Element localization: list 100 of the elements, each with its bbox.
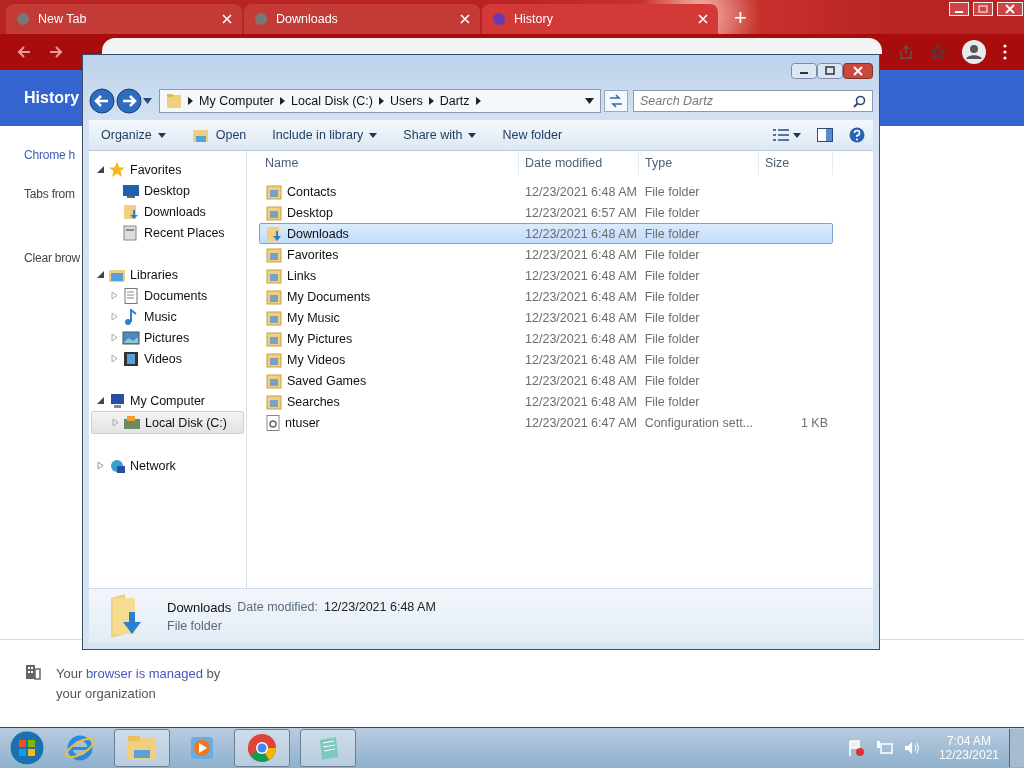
file-row[interactable]: Links 12/23/2021 6:48 AM File folder bbox=[259, 265, 833, 286]
nav-item[interactable]: Videos bbox=[91, 348, 244, 369]
nav-item[interactable]: Documents bbox=[91, 285, 244, 306]
toolbar-button[interactable]: Include in library bbox=[264, 124, 386, 146]
nav-item-icon bbox=[108, 392, 126, 409]
page-title: History bbox=[24, 89, 80, 107]
nav-item-icon bbox=[122, 350, 140, 367]
back-icon[interactable] bbox=[89, 88, 115, 114]
address-field[interactable]: My Computer Local Disk (C:) Users Dartz bbox=[159, 89, 601, 113]
refresh-icon[interactable] bbox=[604, 90, 628, 112]
menu-icon[interactable] bbox=[1002, 44, 1008, 60]
forward-icon[interactable] bbox=[116, 88, 142, 114]
tab-icon bbox=[254, 12, 268, 26]
minimize-icon[interactable] bbox=[791, 63, 817, 79]
caret-icon[interactable] bbox=[793, 132, 801, 138]
sidebar-item[interactable]: Clear brow bbox=[24, 251, 81, 271]
expanded-arrow-icon[interactable] bbox=[97, 166, 104, 173]
nav-item[interactable]: Music bbox=[91, 306, 244, 327]
new-tab-button[interactable]: + bbox=[720, 5, 761, 34]
nav-item-icon bbox=[122, 287, 140, 304]
toolbar-button[interactable]: New folder bbox=[494, 124, 571, 146]
managed-link[interactable]: browser is managed bbox=[85, 666, 203, 681]
file-row[interactable]: Desktop 12/23/2021 6:57 AM File folder bbox=[259, 202, 833, 223]
nav-item[interactable]: Downloads bbox=[91, 201, 244, 222]
column-header[interactable]: Type bbox=[639, 151, 759, 175]
caret-icon[interactable] bbox=[143, 98, 152, 104]
nav-item-icon bbox=[108, 457, 126, 474]
nav-item[interactable]: Recent Places bbox=[91, 222, 244, 243]
toolbar-button[interactable]: Share with bbox=[395, 124, 485, 146]
browser-tab[interactable]: Downloads bbox=[244, 4, 480, 34]
nav-item[interactable]: Local Disk (C:) bbox=[91, 411, 244, 434]
file-row[interactable]: My Documents 12/23/2021 6:48 AM File folder bbox=[259, 286, 833, 307]
nav-item-icon bbox=[123, 414, 141, 431]
caret-icon bbox=[157, 132, 166, 138]
taskbar-button[interactable] bbox=[114, 729, 170, 767]
details-value: 12/23/2021 6:48 AM bbox=[323, 599, 436, 615]
view-list-icon[interactable] bbox=[773, 129, 789, 141]
file-row[interactable]: My Pictures 12/23/2021 6:48 AM File folder bbox=[259, 328, 833, 349]
folder-icon bbox=[266, 393, 282, 410]
file-row[interactable]: Contacts 12/23/2021 6:48 AM File folder bbox=[259, 181, 833, 202]
maximize-icon[interactable] bbox=[817, 63, 843, 79]
collapsed-arrow-icon[interactable] bbox=[97, 461, 104, 470]
start-button[interactable] bbox=[8, 729, 46, 767]
sidebar-item[interactable]: Tabs from bbox=[24, 187, 75, 207]
breadcrumb[interactable]: Local Disk (C:) bbox=[291, 94, 373, 108]
column-header[interactable]: Date modified bbox=[519, 151, 639, 175]
breadcrumb[interactable]: Dartz bbox=[439, 94, 470, 108]
column-header[interactable]: Size bbox=[759, 151, 833, 175]
chrome-icon bbox=[247, 733, 277, 763]
tab-icon bbox=[492, 12, 506, 26]
folder-icon bbox=[266, 372, 282, 389]
file-row[interactable]: Downloads 12/23/2021 6:48 AM File folder bbox=[259, 223, 833, 244]
flag-icon[interactable] bbox=[846, 739, 865, 757]
chevron-icon[interactable] bbox=[475, 97, 481, 105]
file-row[interactable]: My Videos 12/23/2021 6:48 AM File folder bbox=[259, 349, 833, 370]
toolbar-button[interactable]: Open bbox=[183, 123, 255, 147]
search-field[interactable]: Search Dartz bbox=[633, 90, 873, 112]
folder-icon bbox=[266, 330, 282, 347]
sidebar-item[interactable]: Chrome h bbox=[24, 148, 76, 168]
file-row[interactable]: Searches 12/23/2021 6:48 AM File folder bbox=[259, 391, 833, 412]
expanded-arrow-icon[interactable] bbox=[97, 271, 104, 278]
media-player-icon[interactable] bbox=[188, 734, 216, 762]
browser-tab[interactable]: History bbox=[482, 4, 718, 34]
star-icon[interactable] bbox=[930, 44, 946, 60]
caret-icon[interactable] bbox=[585, 98, 594, 104]
download-folder-icon bbox=[266, 225, 282, 242]
column-header[interactable]: Name bbox=[259, 151, 519, 175]
folder-icon bbox=[266, 309, 282, 326]
expanded-arrow-icon[interactable] bbox=[97, 397, 104, 404]
nav-item[interactable]: Libraries bbox=[130, 267, 178, 282]
file-row[interactable]: Saved Games 12/23/2021 6:48 AM File folder bbox=[259, 370, 833, 391]
taskbar-button[interactable] bbox=[234, 729, 290, 767]
nav-item[interactable]: Pictures bbox=[91, 327, 244, 348]
file-row[interactable]: My Music 12/23/2021 6:48 AM File folder bbox=[259, 307, 833, 328]
file-row[interactable]: ntuser 12/23/2021 6:47 AM Configuration sett... 1 KB bbox=[259, 412, 833, 433]
nav-item[interactable]: My Computer bbox=[130, 393, 206, 408]
preview-pane-icon[interactable] bbox=[817, 128, 833, 142]
help-icon[interactable] bbox=[849, 127, 865, 143]
show-desktop-button[interactable] bbox=[1009, 729, 1024, 767]
nav-item[interactable]: Network bbox=[130, 458, 176, 473]
close-icon[interactable] bbox=[843, 63, 873, 79]
folder-icon bbox=[266, 183, 282, 200]
details-type: File folder bbox=[167, 618, 223, 633]
chevron-icon[interactable] bbox=[379, 97, 384, 105]
toolbar-button[interactable]: Organize bbox=[93, 124, 174, 146]
nav-item[interactable]: Favorites bbox=[130, 162, 182, 177]
chevron-icon[interactable] bbox=[428, 97, 434, 105]
nav-item[interactable]: Desktop bbox=[91, 180, 244, 201]
nav-item-icon bbox=[122, 182, 140, 199]
chevron-icon[interactable] bbox=[280, 97, 286, 105]
chevron-icon[interactable] bbox=[188, 97, 193, 105]
file-row[interactable]: Favorites 12/23/2021 6:48 AM File folder bbox=[259, 244, 833, 265]
breadcrumb[interactable]: My Computer bbox=[199, 94, 275, 108]
taskbar-button[interactable] bbox=[300, 729, 356, 767]
caret-icon bbox=[369, 132, 378, 138]
restore-icon[interactable] bbox=[973, 2, 993, 16]
profile-icon[interactable] bbox=[962, 40, 986, 64]
browser-tab[interactable]: New Tab bbox=[6, 4, 242, 34]
breadcrumb[interactable]: Users bbox=[390, 94, 423, 108]
folder-icon bbox=[191, 127, 210, 143]
